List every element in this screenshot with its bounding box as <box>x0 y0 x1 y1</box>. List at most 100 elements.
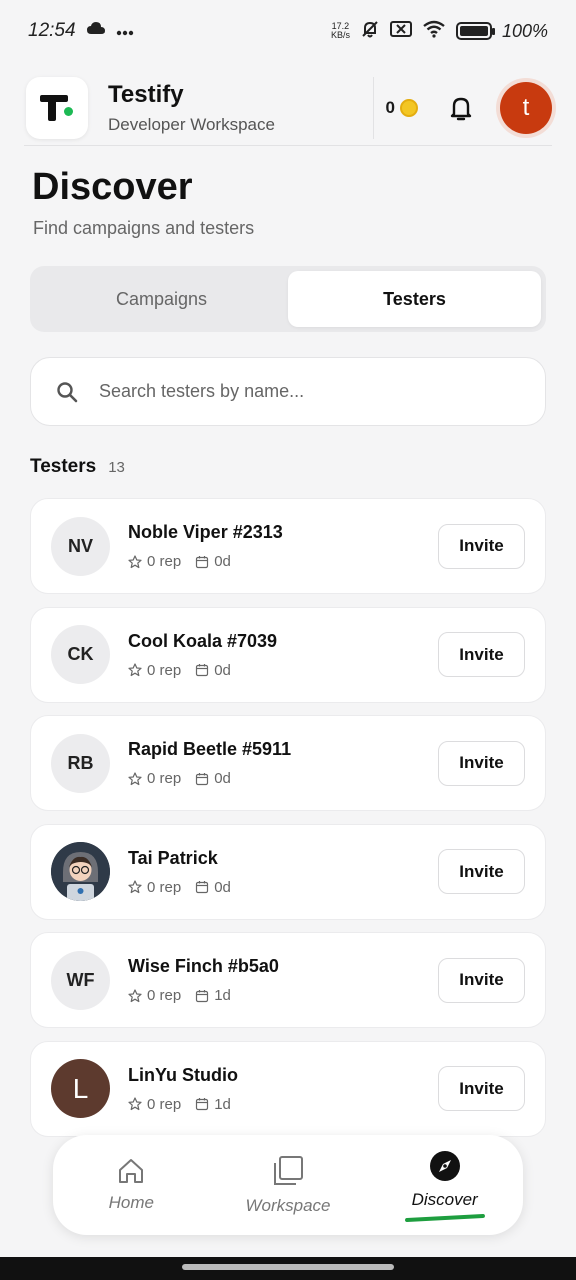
wifi-icon <box>422 20 446 43</box>
header-divider <box>372 76 374 139</box>
star-icon <box>128 1097 142 1111</box>
calendar-icon <box>196 989 209 1002</box>
tester-avatar: CK <box>51 625 110 684</box>
bottom-nav: Home Workspace Discover <box>53 1135 523 1235</box>
compass-icon <box>429 1151 460 1181</box>
tester-card[interactable]: RB Rapid Beetle #5911 0 rep 0d Invite <box>30 715 546 811</box>
tester-meta: 0 rep 0d <box>128 662 438 679</box>
tester-avatar: WF <box>51 950 110 1010</box>
discover-tabs: Campaigns Testers <box>30 266 546 332</box>
tab-campaigns[interactable]: Campaigns <box>35 271 288 327</box>
nav-workspace-label: Workspace <box>245 1196 331 1215</box>
workspace-icon <box>273 1156 303 1185</box>
home-indicator[interactable] <box>182 1264 394 1270</box>
coin-balance[interactable]: 0 <box>386 98 418 118</box>
invite-button[interactable]: Invite <box>438 632 525 677</box>
tester-rep: 0 rep <box>147 987 182 1004</box>
tester-rep: 0 rep <box>147 770 182 787</box>
tester-name: Noble Viper #2313 <box>128 522 283 542</box>
tester-card[interactable]: Tai Patrick 0 rep 0d Invite <box>30 823 546 920</box>
tester-card[interactable]: CK Cool Koala #7039 0 rep 0d Invite <box>30 606 546 703</box>
star-icon <box>128 663 142 677</box>
tester-info: LinYu Studio 0 rep 1d <box>128 1065 438 1113</box>
star-icon <box>128 771 142 785</box>
tester-card[interactable]: WF Wise Finch #b5a0 0 rep 1d Invite <box>30 932 546 1028</box>
tester-name: Wise Finch #b5a0 <box>128 956 279 976</box>
star-icon <box>128 880 142 894</box>
bell-icon <box>450 97 472 120</box>
search-input[interactable] <box>99 381 499 402</box>
tester-days: 0d <box>214 878 231 896</box>
tester-name: Cool Koala #7039 <box>128 630 278 651</box>
invite-button[interactable]: Invite <box>438 523 525 569</box>
net-speed: 17.2 KB/s <box>331 22 350 40</box>
tester-avatar: L <box>51 1059 110 1118</box>
invite-button[interactable]: Invite <box>438 957 525 1003</box>
tester-meta: 0 rep 0d <box>128 879 438 896</box>
tester-days: 0d <box>214 553 231 570</box>
tester-meta: 0 rep 0d <box>128 770 438 787</box>
tester-meta: 0 rep 1d <box>128 1096 438 1113</box>
star-icon <box>128 988 142 1002</box>
tester-info: Noble Viper #2313 0 rep 0d <box>128 522 438 570</box>
tester-name: LinYu Studio <box>128 1064 238 1085</box>
tester-list: NV Noble Viper #2313 0 rep 0d Invite CK … <box>30 498 546 1149</box>
tester-card[interactable]: L LinYu Studio 0 rep 1d Invite <box>30 1040 546 1137</box>
tester-info: Tai Patrick 0 rep 0d <box>128 848 438 896</box>
battery-percent: 100% <box>501 20 548 41</box>
tester-rep: 0 rep <box>147 878 182 896</box>
page-title: Discover <box>32 166 193 208</box>
nav-home[interactable]: Home <box>61 1157 201 1213</box>
calendar-icon <box>196 1098 209 1111</box>
status-time: 12:54 <box>28 20 76 41</box>
tester-meta: 0 rep 0d <box>128 553 438 570</box>
active-nav-indicator <box>404 1213 485 1223</box>
invite-button[interactable]: Invite <box>438 849 525 894</box>
cloud-icon <box>86 20 106 42</box>
invite-button[interactable]: Invite <box>438 1066 525 1111</box>
workspace-name: Developer Workspace <box>108 114 275 134</box>
nav-home-label: Home <box>108 1193 154 1212</box>
tester-days: 1d <box>214 1095 231 1113</box>
search-box[interactable] <box>30 357 546 426</box>
invite-button[interactable]: Invite <box>438 740 525 786</box>
calendar-icon <box>196 555 209 568</box>
tester-avatar: NV <box>51 516 110 576</box>
more-icon <box>116 20 134 42</box>
notifications-button[interactable] <box>446 93 476 123</box>
tester-name: Rapid Beetle #5911 <box>128 739 292 759</box>
user-avatar[interactable]: t <box>500 81 552 134</box>
nav-discover-label: Discover <box>411 1190 478 1209</box>
search-icon <box>57 381 78 402</box>
section-count: 13 <box>108 459 125 476</box>
tester-rep: 0 rep <box>147 553 182 570</box>
tester-meta: 0 rep 1d <box>128 987 438 1004</box>
calendar-icon <box>196 772 209 785</box>
tester-info: Wise Finch #b5a0 0 rep 1d <box>128 956 438 1004</box>
tester-days: 0d <box>214 770 231 787</box>
mute-bell-icon <box>360 19 380 44</box>
tester-photo-avatar <box>51 842 110 901</box>
nav-discover[interactable]: Discover <box>375 1150 515 1223</box>
battery-icon <box>455 22 495 40</box>
tester-name: Tai Patrick <box>128 847 218 868</box>
tester-avatar: RB <box>51 733 110 793</box>
app-logo[interactable] <box>26 76 88 139</box>
sim-off-icon <box>389 20 412 43</box>
nav-workspace[interactable]: Workspace <box>218 1154 358 1216</box>
app-name: Testify <box>108 80 184 108</box>
calendar-icon <box>196 881 209 894</box>
tester-card[interactable]: NV Noble Viper #2313 0 rep 0d Invite <box>30 498 546 594</box>
status-bar: 12:54 17.2 KB/s 100% <box>0 0 576 62</box>
tester-info: Rapid Beetle #5911 0 rep 0d <box>128 739 438 787</box>
tab-testers[interactable]: Testers <box>288 271 541 327</box>
tester-rep: 0 rep <box>147 1095 182 1113</box>
page-subtitle: Find campaigns and testers <box>33 218 255 238</box>
tester-days: 1d <box>214 987 231 1004</box>
star-icon <box>128 554 142 568</box>
brand: Testify Developer Workspace <box>108 81 373 135</box>
tester-info: Cool Koala #7039 0 rep 0d <box>128 631 438 679</box>
testers-section-header: Testers 13 <box>30 456 125 478</box>
section-title: Testers <box>30 456 97 477</box>
net-speed-unit: KB/s <box>330 30 350 40</box>
